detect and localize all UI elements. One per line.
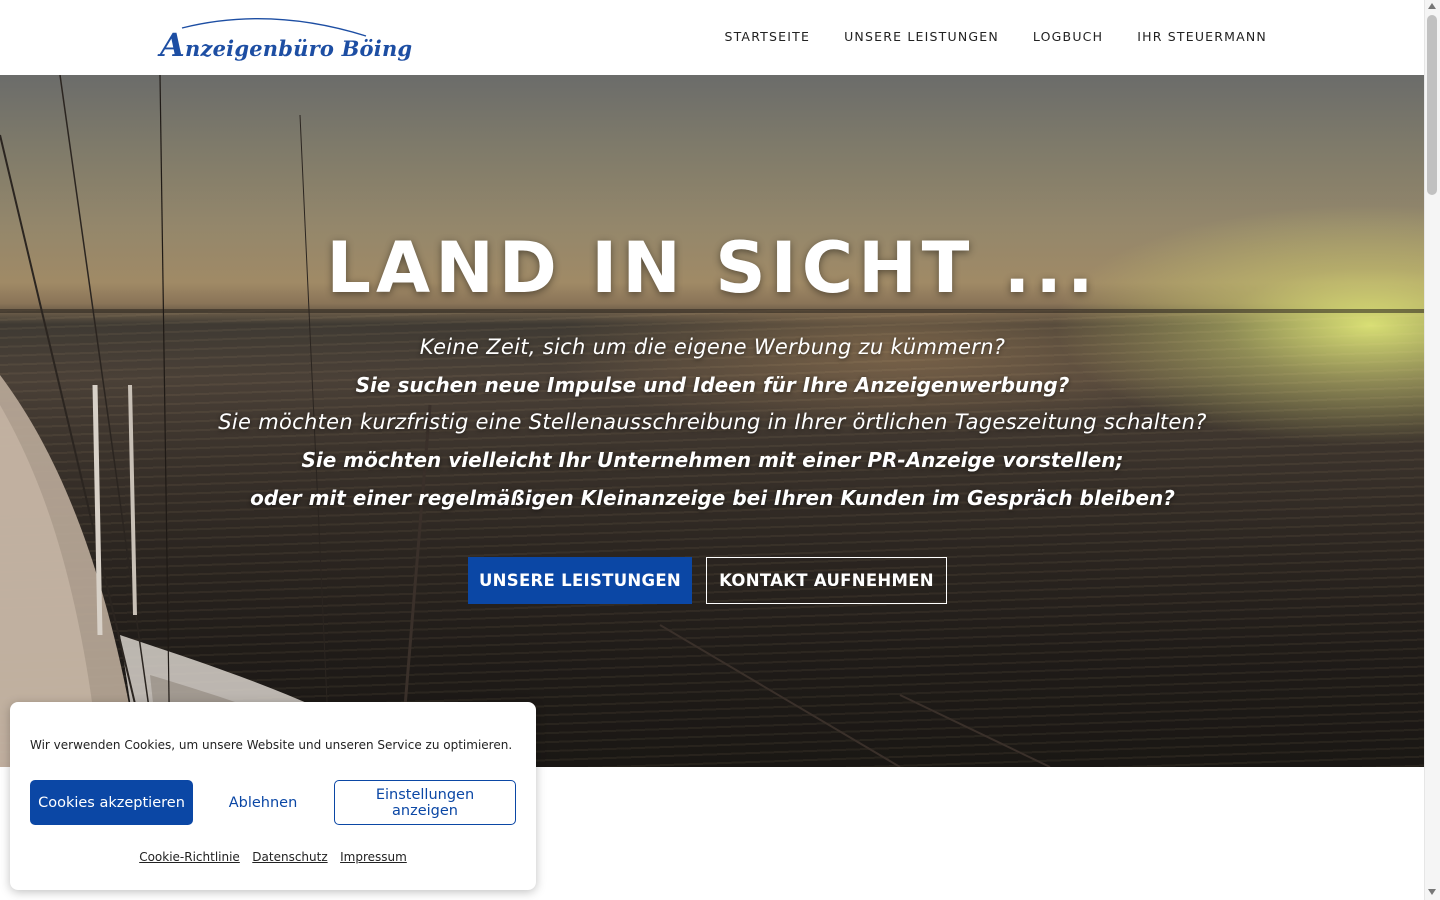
site-logo[interactable]: Anzeigenbüro Böing [160,12,412,64]
hero-section: LAND IN SICHT ... Keine Zeit, sich um di… [0,75,1425,767]
scroll-up-arrow-icon[interactable] [1428,3,1436,9]
nav-logbuch[interactable]: LOGBUCH [1033,29,1103,44]
page-scrollbar[interactable] [1424,0,1440,900]
nav-ihr-steuermann[interactable]: IHR STEUERMANN [1137,29,1267,44]
unsere-leistungen-button[interactable]: UNSERE LEISTUNGEN [468,557,692,604]
nav-startseite[interactable]: STARTSEITE [724,29,810,44]
hero-line-2: Sie suchen neue Impulse und Ideen für Ih… [355,373,1070,397]
kontakt-aufnehmen-button[interactable]: KONTAKT AUFNEHMEN [706,557,947,604]
cookie-links: Cookie-Richtlinie Datenschutz Impressum [10,848,536,866]
hero-title: LAND IN SICHT ... [326,227,1099,309]
scroll-down-arrow-icon[interactable] [1428,889,1436,895]
hero-line-1: Keine Zeit, sich um die eigene Werbung z… [419,335,1006,359]
cookie-message: Wir verwenden Cookies, um unsere Website… [30,738,513,752]
cookie-policy-link[interactable]: Cookie-Richtlinie [139,850,240,864]
deny-cookies-button[interactable]: Ablehnen [200,780,326,825]
privacy-link[interactable]: Datenschutz [252,850,327,864]
main-nav: STARTSEITE UNSERE LEISTUNGEN LOGBUCH IHR… [724,29,1267,44]
logo-text: Anzeigenbüro Böing [160,26,413,64]
scrollbar-thumb[interactable] [1427,15,1437,195]
cookie-settings-button[interactable]: Einstellungen anzeigen [334,780,516,825]
hero-line-4: Sie möchten vielleicht Ihr Unternehmen m… [301,448,1124,472]
nav-unsere-leistungen[interactable]: UNSERE LEISTUNGEN [844,29,999,44]
site-header: Anzeigenbüro Böing STARTSEITE UNSERE LEI… [0,0,1425,76]
cookie-banner: Wir verwenden Cookies, um unsere Website… [10,702,536,890]
hero-line-5: oder mit einer regelmäßigen Kleinanzeige… [250,486,1175,510]
imprint-link[interactable]: Impressum [340,850,407,864]
accept-cookies-button[interactable]: Cookies akzeptieren [30,780,193,825]
hero-line-3: Sie möchten kurzfristig eine Stellenauss… [218,410,1207,434]
